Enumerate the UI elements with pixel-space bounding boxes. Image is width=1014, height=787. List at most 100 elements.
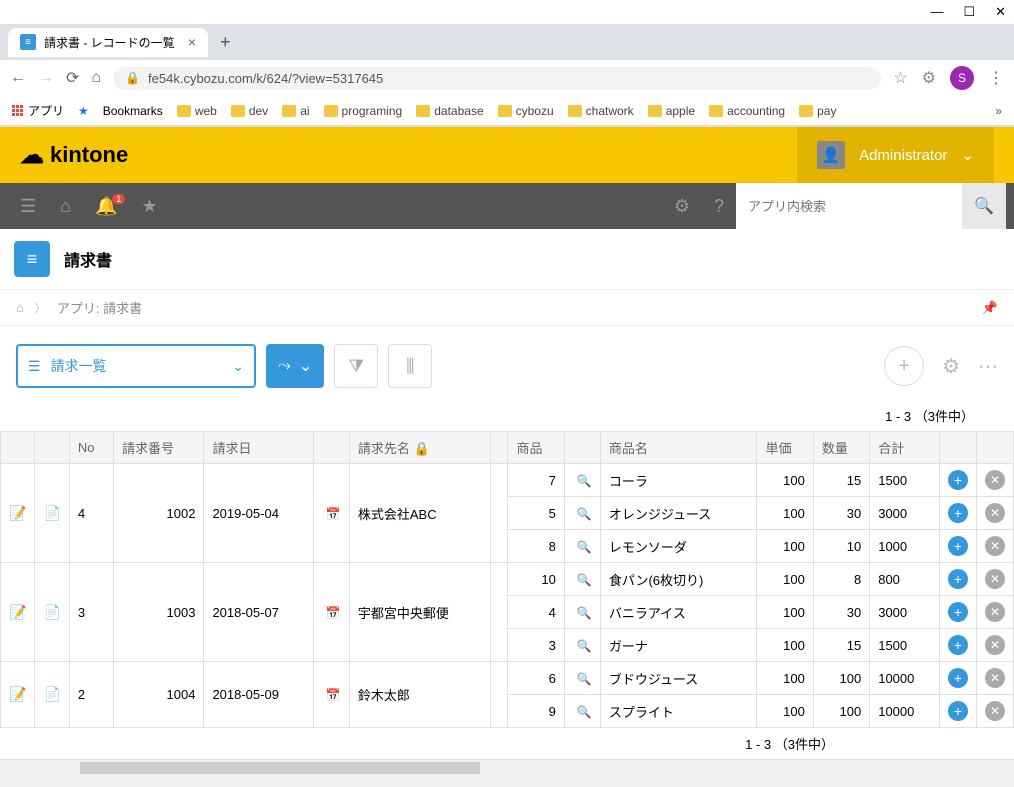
bookmark-folder[interactable]: ai <box>282 104 309 118</box>
search-input[interactable] <box>748 199 954 214</box>
menu-hamburger-icon[interactable]: ☰ <box>8 196 48 217</box>
notifications-icon[interactable]: 🔔1 <box>83 196 129 217</box>
chart-button[interactable]: ⫼ <box>388 344 432 388</box>
settings-icon[interactable]: ⚙ <box>662 196 702 217</box>
bookmark-folder[interactable]: web <box>177 104 217 118</box>
col-no[interactable]: No <box>69 432 113 464</box>
remove-row-button[interactable]: ✕ <box>985 602 1005 622</box>
lookup-icon[interactable]: 🔍 <box>577 474 592 488</box>
bookmark-folder[interactable]: pay <box>799 104 836 118</box>
add-row-button[interactable]: + <box>948 503 968 523</box>
add-record-button[interactable]: + <box>884 346 924 386</box>
apps-button[interactable]: アプリ <box>12 102 64 119</box>
new-tab-button[interactable]: + <box>220 32 231 53</box>
lookup-icon[interactable]: 🔍 <box>577 672 592 686</box>
calendar-icon[interactable]: 📅 <box>326 606 341 620</box>
table-row[interactable]: 📝📄410022019-05-04📅株式会社ABC7🔍コーラ100151500+… <box>1 464 1014 497</box>
copy-icon[interactable]: 📄 <box>43 505 60 521</box>
bookmarks-overflow[interactable]: » <box>995 104 1002 118</box>
lookup-icon[interactable]: 🔍 <box>577 606 592 620</box>
bookmark-folder[interactable]: database <box>416 104 483 118</box>
remove-row-button[interactable]: ✕ <box>985 536 1005 556</box>
forward-button[interactable]: → <box>38 69 54 87</box>
add-row-button[interactable]: + <box>948 536 968 556</box>
app-settings-icon[interactable]: ⚙ <box>942 354 960 379</box>
bookmark-folder[interactable]: dev <box>231 104 268 118</box>
kintone-logo[interactable]: ☁ kintone <box>20 141 128 170</box>
url-field[interactable]: 🔒 fe54k.cybozu.com/k/624/?view=5317645 <box>113 67 881 90</box>
col-date[interactable]: 請求日 <box>204 432 313 464</box>
copy-icon[interactable]: 📄 <box>43 604 60 620</box>
cell-product: 6 <box>508 662 564 695</box>
lookup-icon[interactable]: 🔍 <box>577 639 592 653</box>
cell-product: 7 <box>508 464 564 497</box>
help-icon[interactable]: ? <box>702 196 736 217</box>
calendar-icon[interactable]: 📅 <box>326 507 341 521</box>
profile-avatar[interactable]: S <box>950 66 974 90</box>
bookmarks-star-icon[interactable]: ★ <box>78 104 89 118</box>
col-total[interactable]: 合計 <box>870 432 940 464</box>
remove-row-button[interactable]: ✕ <box>985 569 1005 589</box>
home-button[interactable]: ⌂ <box>91 69 101 87</box>
user-menu[interactable]: 👤 Administrator ⌄ <box>797 127 994 183</box>
col-invoice-no[interactable]: 請求番号 <box>113 432 203 464</box>
tab-close-icon[interactable]: × <box>188 34 196 50</box>
calendar-icon[interactable]: 📅 <box>326 688 341 702</box>
add-row-button[interactable]: + <box>948 569 968 589</box>
graph-button[interactable]: ⤳ ⌄ <box>266 344 324 388</box>
cell-price: 100 <box>757 464 813 497</box>
minimize-button[interactable]: — <box>930 4 943 20</box>
lookup-icon[interactable]: 🔍 <box>577 705 592 719</box>
bookmark-folder[interactable]: accounting <box>709 104 785 118</box>
remove-row-button[interactable]: ✕ <box>985 668 1005 688</box>
lookup-icon[interactable]: 🔍 <box>577 507 592 521</box>
edit-icon[interactable]: 📝 <box>9 686 26 702</box>
search-icon[interactable]: 🔍 <box>962 183 1006 229</box>
bookmark-folder[interactable]: programing <box>324 104 403 118</box>
bookmark-folder[interactable]: apple <box>648 104 695 118</box>
edit-icon[interactable]: 📝 <box>9 505 26 521</box>
remove-row-button[interactable]: ✕ <box>985 503 1005 523</box>
copy-icon[interactable]: 📄 <box>43 686 60 702</box>
add-row-button[interactable]: + <box>948 470 968 490</box>
col-product[interactable]: 商品 <box>508 432 564 464</box>
add-row-button[interactable]: + <box>948 635 968 655</box>
browser-tab[interactable]: ≡ 請求書 - レコードの一覧 × <box>8 28 208 57</box>
add-row-button[interactable]: + <box>948 701 968 721</box>
lookup-icon[interactable]: 🔍 <box>577 573 592 587</box>
bookmark-folder[interactable]: cybozu <box>498 104 554 118</box>
bookmark-folder[interactable]: chatwork <box>568 104 634 118</box>
menu-icon[interactable]: ⋮ <box>988 68 1004 88</box>
maximize-button[interactable]: ☐ <box>963 4 975 20</box>
col-product-name[interactable]: 商品名 <box>600 432 757 464</box>
add-row-button[interactable]: + <box>948 602 968 622</box>
favorites-icon[interactable]: ★ <box>129 196 169 217</box>
back-button[interactable]: ← <box>10 69 26 87</box>
cell-qty: 15 <box>813 629 869 662</box>
add-row-button[interactable]: + <box>948 668 968 688</box>
extension-icon[interactable]: ⚙ <box>922 68 936 88</box>
col-price[interactable]: 単価 <box>757 432 813 464</box>
pin-icon[interactable]: 📌 <box>982 300 998 316</box>
col-qty[interactable]: 数量 <box>813 432 869 464</box>
remove-row-button[interactable]: ✕ <box>985 701 1005 721</box>
table-row[interactable]: 📝📄310032018-05-07📅宇都宮中央郵便10🔍食パン(6枚切り)100… <box>1 563 1014 596</box>
remove-row-button[interactable]: ✕ <box>985 470 1005 490</box>
table-row[interactable]: 📝📄210042018-05-09📅鈴木太郎6🔍ブドウジュース100100100… <box>1 662 1014 695</box>
remove-row-button[interactable]: ✕ <box>985 635 1005 655</box>
filter-button[interactable]: ⧩ <box>334 344 378 388</box>
view-selector[interactable]: ☰ 請求一覧 ⌄ <box>16 344 256 388</box>
edit-icon[interactable]: 📝 <box>9 604 26 620</box>
breadcrumb-home-icon[interactable]: ⌂ <box>16 300 24 315</box>
horizontal-scrollbar[interactable] <box>0 759 1014 775</box>
more-options-icon[interactable]: ⋯ <box>978 354 998 379</box>
lookup-icon[interactable]: 🔍 <box>577 540 592 554</box>
cell-product-name: スプライト <box>600 695 757 728</box>
star-icon[interactable]: ☆ <box>893 68 907 88</box>
col-bill-to[interactable]: 請求先名 🔒 <box>349 432 491 464</box>
close-button[interactable]: ✕ <box>995 4 1006 20</box>
scrollbar-thumb[interactable] <box>80 762 480 774</box>
reload-button[interactable]: ⟳ <box>66 68 79 88</box>
bookmark-bookmarks[interactable]: Bookmarks <box>103 104 163 118</box>
portal-home-icon[interactable]: ⌂ <box>48 196 83 217</box>
